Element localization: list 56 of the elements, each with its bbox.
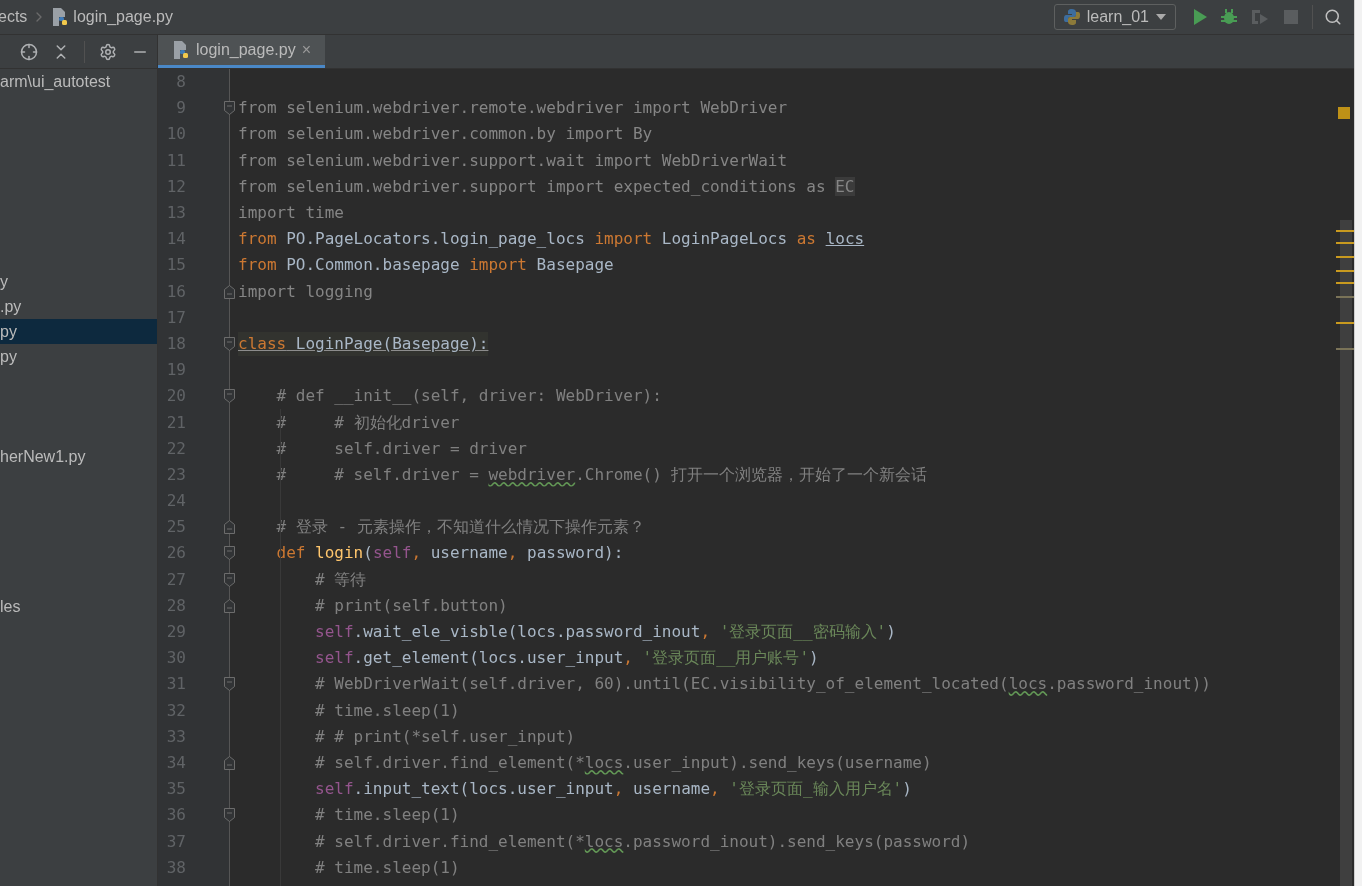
settings-icon[interactable] bbox=[99, 42, 117, 61]
tab-label: login_page.py bbox=[196, 40, 296, 60]
code-line: # self.driver.find_element(*locs.password_inout).send_keys(password) bbox=[314, 830, 971, 853]
scrollbar[interactable] bbox=[1340, 220, 1352, 886]
fold-icon[interactable] bbox=[224, 598, 235, 613]
search-icon[interactable] bbox=[1324, 8, 1342, 26]
code-line: self.get_element(locs.user_input, '登录页面__用户账号') bbox=[314, 647, 819, 670]
caret-icon bbox=[1155, 13, 1167, 21]
python-file-icon bbox=[51, 7, 70, 27]
code-line: from selenium.webdriver.support.wait import WebDriverWait bbox=[238, 149, 788, 172]
code-line: self.input_text(locs.user_input, username, '登录页面_输入用户名') bbox=[314, 778, 912, 801]
project-tree-item[interactable]: y bbox=[0, 269, 157, 294]
project-tree-item[interactable]: py bbox=[0, 319, 157, 344]
crosshair-icon[interactable] bbox=[20, 42, 38, 61]
coverage-icon[interactable] bbox=[1250, 8, 1270, 26]
project-tree-item[interactable]: les bbox=[0, 594, 157, 619]
fold-icon[interactable] bbox=[224, 101, 235, 116]
code-line: # time.sleep(1) bbox=[314, 804, 460, 827]
editor-tab[interactable]: login_page.py × bbox=[158, 35, 325, 68]
code-line: from selenium.webdriver.common.by import By bbox=[238, 123, 653, 146]
code-line: # time.sleep(1) bbox=[314, 699, 460, 722]
code-line: from PO.Common.basepage import Basepage bbox=[238, 254, 614, 277]
fold-icon[interactable] bbox=[224, 677, 235, 692]
run-icon[interactable] bbox=[1192, 8, 1208, 26]
fold-icon[interactable] bbox=[224, 808, 235, 823]
tab-close-button[interactable]: × bbox=[301, 38, 311, 62]
fold-icon[interactable] bbox=[224, 546, 235, 561]
code-line: # self.driver.find_element(*locs.user_input).send_keys(username) bbox=[314, 751, 932, 774]
code-line: # 等待 bbox=[314, 568, 367, 591]
fold-icon[interactable] bbox=[224, 284, 235, 299]
code-line: # time.sleep(1) bbox=[314, 856, 460, 879]
code-line: # # print(*self.user_input) bbox=[314, 725, 576, 748]
code-line: def login(self, username, password): bbox=[275, 542, 624, 565]
project-tree-item[interactable]: arm\ui_autotest bbox=[0, 69, 157, 94]
project-tree-item[interactable]: py bbox=[0, 344, 157, 369]
code-line: import time bbox=[238, 202, 344, 225]
fold-icon[interactable] bbox=[224, 755, 235, 770]
code-line: # def __init__(self, driver: WebDriver): bbox=[275, 385, 662, 408]
project-tree-item[interactable]: herNew1.py bbox=[0, 444, 157, 469]
project-tree-item[interactable]: .py bbox=[0, 294, 157, 319]
fold-icon[interactable] bbox=[224, 389, 235, 404]
code-line: # print(self.button) bbox=[314, 594, 508, 617]
code-line: from selenium.webdriver.support import expected_conditions as EC bbox=[238, 175, 855, 198]
breadcrumb-item[interactable]: login_page.py bbox=[73, 5, 173, 29]
run-configuration-dropdown[interactable]: learn_01 bbox=[1053, 4, 1176, 30]
code-line: import logging bbox=[238, 280, 373, 303]
fold-icon[interactable] bbox=[224, 572, 235, 587]
fold-icon[interactable] bbox=[224, 520, 235, 535]
code-line: from PO.PageLocators.login_page_locs import LoginPageLocs as locs bbox=[238, 228, 865, 251]
python-file-icon bbox=[172, 40, 190, 60]
fold-icon[interactable] bbox=[224, 336, 235, 351]
bug-icon[interactable] bbox=[1220, 8, 1238, 26]
code-line: # WebDriverWait(self.driver, 60).until(EC.visibility_of_element_located(locs.password_inout)) bbox=[314, 673, 1211, 696]
code-line: self.wait_ele_visble(locs.password_inout, '登录页面__密码输入') bbox=[314, 621, 896, 644]
code-line: from selenium.webdriver.remote.webdriver import WebDriver bbox=[238, 97, 788, 120]
python-logo-icon bbox=[1062, 8, 1081, 26]
